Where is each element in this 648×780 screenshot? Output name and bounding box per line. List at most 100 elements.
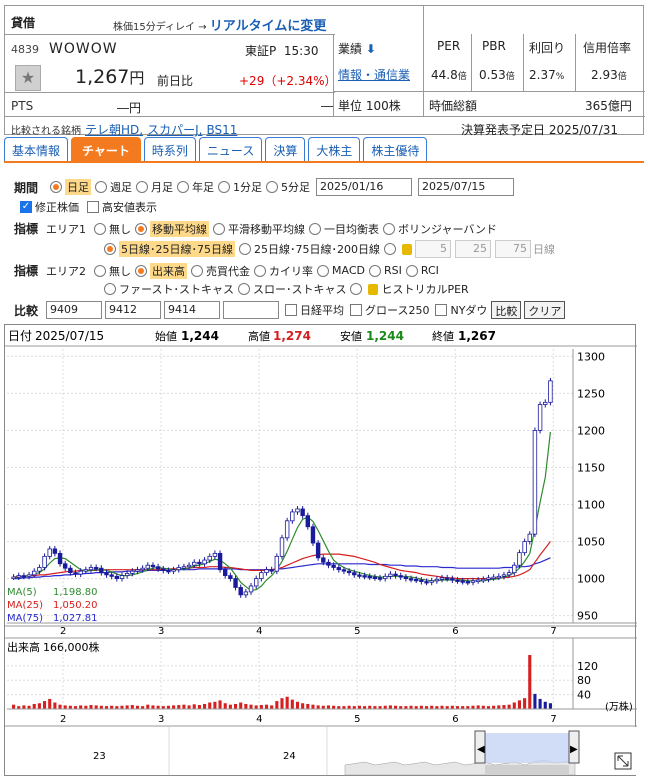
compare-code-2[interactable]: 9412 [105, 301, 162, 319]
candle-body [83, 569, 89, 572]
volume-bar [63, 705, 67, 709]
compare-code-1[interactable]: 9409 [46, 301, 103, 319]
area1-radio-ichimoku[interactable] [309, 222, 322, 235]
area2-radio-rci[interactable] [405, 264, 418, 277]
period-radio-1min[interactable] [218, 181, 231, 193]
per-label: PER [437, 39, 461, 53]
ma-radio-5-25-75[interactable] [104, 243, 116, 255]
candle-body [321, 557, 326, 563]
area2-radio-slow-stoch[interactable] [237, 283, 250, 295]
candle-body [217, 552, 223, 571]
area2-radio-none[interactable] [94, 264, 107, 277]
area2-radio-fast-stoch[interactable] [104, 283, 116, 295]
compare-link-tvasahi[interactable]: テレ朝HD, [85, 123, 143, 137]
period-yearly-label: 年足 [192, 181, 215, 194]
navigator-scrollbar[interactable] [485, 765, 569, 774]
area2-radio-turnover[interactable] [191, 264, 204, 277]
area1-radio-sma[interactable] [213, 222, 226, 235]
compare-button[interactable]: 比較 [491, 301, 522, 319]
tab-earnings[interactable]: 決算 [265, 137, 306, 161]
info-open-label: 始値 [155, 329, 177, 343]
ma75-label: MA(75) [7, 613, 43, 624]
vol-tick-label: 40 [577, 689, 591, 702]
industry-link[interactable]: 情報・通信業 [338, 66, 410, 83]
candle-body [62, 563, 68, 569]
period-radio-monthly[interactable] [136, 181, 149, 193]
volume-bar [244, 703, 248, 709]
candle-body [419, 579, 424, 582]
ma-row: 5日線･25日線･75日線 25日線･75日線･200日線 5 25 75 日線 [100, 240, 555, 258]
compare-label: 比較される銘柄 [11, 126, 81, 137]
period-radio-5min[interactable] [266, 181, 279, 193]
compare-row: 比較 9409 9412 9414 日経平均 グロース250 NYダウ 比較 ク… [14, 301, 566, 319]
tab-chart[interactable]: チャート [71, 137, 141, 161]
candle-body [512, 564, 517, 574]
candle-body [99, 567, 104, 574]
favorite-star-icon[interactable]: ★ [15, 65, 41, 91]
market: 東証P [245, 44, 277, 58]
compare-link-bs11[interactable]: BS11 [206, 123, 237, 137]
area2-radio-rsi[interactable] [369, 264, 381, 277]
area1-radio-bollinger[interactable] [383, 222, 396, 235]
adjusted-checkbox[interactable]: ✓ [20, 201, 32, 213]
navigator-label-24: 24 [283, 751, 296, 762]
period-radio-weekly[interactable] [95, 181, 108, 193]
candle-body [11, 576, 16, 579]
area1-radio-ma[interactable] [135, 222, 148, 235]
ma-custom-1[interactable]: 5 [415, 240, 451, 258]
info-close: 1,267 [458, 329, 496, 343]
candles [11, 377, 553, 598]
stock-tabs: 基本情報 チャート 時系列 ニュース 決算 大株主 株主優待 [4, 137, 428, 163]
pbr-unit: 倍 [505, 72, 515, 82]
pbr-label: PBR [482, 39, 506, 53]
compare-code-4[interactable] [223, 301, 280, 319]
tab-news[interactable]: ニュース [198, 137, 263, 161]
clear-button[interactable]: クリア [524, 301, 566, 319]
ma-custom-2[interactable]: 25 [455, 240, 491, 258]
growth250-checkbox[interactable] [350, 304, 363, 316]
area2-radio-volume[interactable] [135, 264, 148, 277]
volume-bar [125, 705, 129, 709]
navigator-selection[interactable] [483, 733, 575, 763]
volume-bar [388, 705, 392, 709]
stock-chart[interactable]: 日付 2025/07/15 始値 1,244 高値 1,274 安値 1,244… [5, 325, 637, 777]
volume-bar [548, 703, 552, 709]
area2-radio-hist-per[interactable] [350, 283, 363, 295]
nydow-checkbox[interactable] [435, 304, 448, 316]
tab-benefits[interactable]: 株主優待 [363, 137, 428, 161]
ma-custom-3[interactable]: 75 [495, 240, 531, 258]
range-navigator[interactable]: 23 24 ◀ ▶ [5, 727, 637, 776]
area1-radio-none[interactable] [94, 222, 107, 235]
candle-body [171, 569, 176, 572]
tab-shareholders[interactable]: 大株主 [308, 137, 361, 161]
delay-text: 株価15分ディレイ → [113, 22, 207, 33]
area2-radio-macd[interactable] [317, 264, 330, 277]
nikkei-checkbox[interactable] [285, 304, 298, 316]
volume-bar [306, 703, 310, 709]
margin-ratio-label: 信用倍率 [583, 41, 632, 55]
period-radio-yearly[interactable] [177, 181, 190, 193]
period-radio-daily[interactable] [50, 181, 63, 193]
volume-bar [53, 702, 57, 709]
tab-basic-info[interactable]: 基本情報 [4, 137, 69, 161]
candle-body [37, 567, 42, 572]
date-from-input[interactable]: 2025/01/16 [316, 178, 413, 196]
arrow-down-icon[interactable]: ⬇ [366, 42, 376, 56]
compare-link-skyperfect[interactable]: スカパーJ, [147, 123, 202, 137]
area2-radio-kairi[interactable] [254, 264, 267, 277]
candle-body [346, 570, 352, 574]
gyoseki-text: 業績 [338, 42, 363, 56]
ma-radio-custom[interactable] [384, 243, 396, 255]
candle-body [496, 575, 502, 579]
volume-bar [517, 700, 521, 709]
realtime-link[interactable]: リアルタイムに変更 [210, 19, 327, 34]
candle-body [279, 537, 285, 557]
growth250-label: グロース250 [365, 304, 430, 317]
date-to-input[interactable]: 2025/07/15 [418, 178, 515, 196]
x-tick-label: 3 [158, 626, 164, 637]
highlow-checkbox[interactable] [87, 201, 99, 213]
ma-radio-25-75-200[interactable] [239, 243, 251, 255]
compare-code-3[interactable]: 9414 [164, 301, 221, 319]
tab-timeseries[interactable]: 時系列 [143, 137, 196, 161]
candle-body [16, 575, 21, 578]
